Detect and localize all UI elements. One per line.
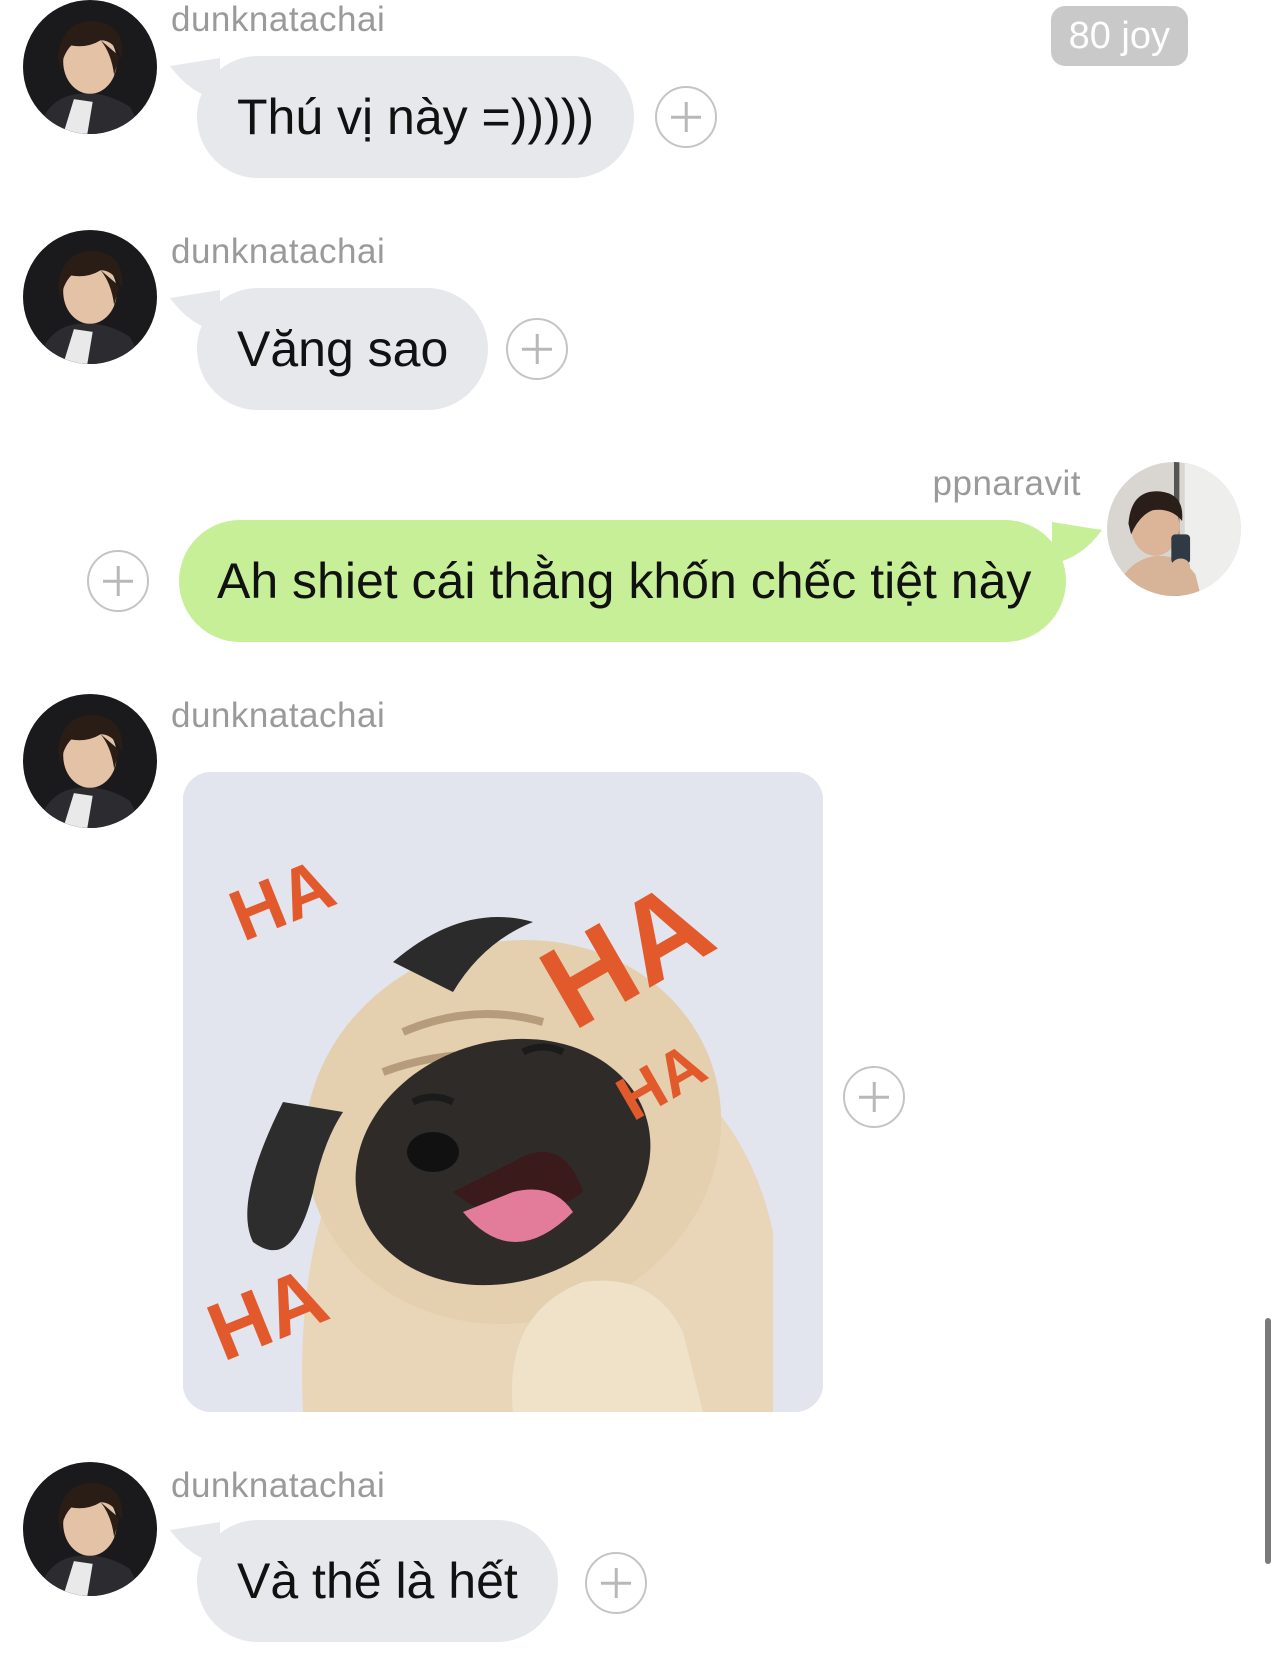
message-bubble[interactable]: Và thế là hết (197, 1520, 558, 1642)
message-text: Ah shiet cái thằng khốn chếc tiệt này (217, 553, 1032, 609)
sender-name: dunknatachai (171, 0, 386, 39)
scrollbar[interactable] (1265, 1318, 1271, 1564)
avatar-dunknatachai[interactable] (23, 230, 157, 364)
add-reaction-icon[interactable] (506, 318, 568, 380)
sender-name: dunknatachai (171, 1466, 386, 1505)
message-text: Và thế là hết (237, 1553, 518, 1609)
avatar-dunknatachai[interactable] (23, 694, 157, 828)
add-reaction-icon[interactable] (87, 550, 149, 612)
sender-name: dunknatachai (171, 232, 386, 271)
pug-laughing-sticker[interactable]: HA HA HA HA (183, 772, 823, 1412)
coin-badge[interactable]: 80 joy (1050, 6, 1188, 66)
avatar-dunknatachai[interactable] (23, 1462, 157, 1596)
avatar-image (23, 0, 157, 134)
add-reaction-icon[interactable] (585, 1552, 647, 1614)
message-bubble[interactable]: Văng sao (197, 288, 489, 410)
sender-name: ppnaravit (932, 464, 1081, 503)
message-text: Văng sao (237, 321, 449, 377)
add-reaction-icon[interactable] (843, 1066, 905, 1128)
avatar-image (23, 1462, 157, 1596)
avatar-image (23, 694, 157, 828)
sticker-image: HA HA HA HA (183, 772, 823, 1412)
message-bubble[interactable]: Thú vị này =))))) (197, 56, 635, 178)
sender-name: dunknatachai (171, 696, 386, 735)
coin-badge-label: 80 joy (1068, 15, 1170, 57)
avatar-image (23, 230, 157, 364)
message-bubble[interactable]: Ah shiet cái thằng khốn chếc tiệt này (179, 520, 1066, 642)
avatar-ppnaravit[interactable] (1107, 462, 1241, 596)
avatar-dunknatachai[interactable] (23, 0, 157, 134)
avatar-image (1107, 462, 1241, 596)
message-text: Thú vị này =))))) (237, 89, 595, 145)
add-reaction-icon[interactable] (655, 86, 717, 148)
